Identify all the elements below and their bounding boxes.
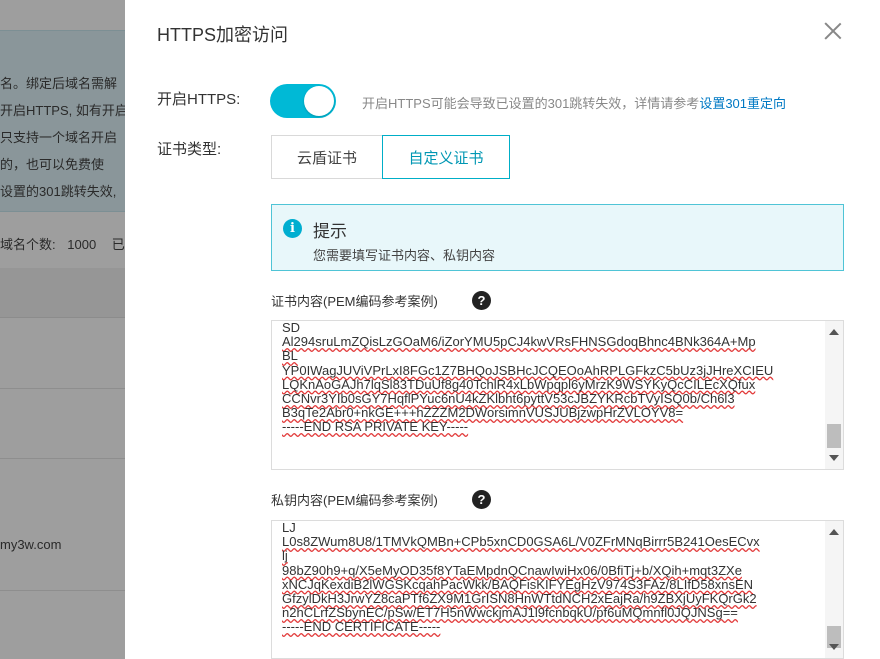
key-scrollbar[interactable] xyxy=(825,521,843,658)
https-label: 开启HTTPS: xyxy=(157,91,241,108)
cert-scrollbar[interactable] xyxy=(825,321,843,469)
pem-line: GfzylDkH3JrwYZ8caPTf6ZX9M1GrISN8HnWTtdNC… xyxy=(282,591,757,607)
cert-content-textarea[interactable]: SD Al294sruLmZQisLzGOaM6/iZorYMU5pCJ4kwVR… xyxy=(271,320,844,470)
pem-line: -----END RSA PRIVATE KEY----- xyxy=(282,419,469,435)
cert-type-tabs: 云盾证书 自定义证书 xyxy=(271,135,510,179)
pem-line: B3qTe2Abr0+nkGE+++hZZZM2DWorsimnVUSJUBjz… xyxy=(282,405,684,421)
pem-line: L0s8ZWum8U8/1TMVkQMBn+CPb5xnCD0GSA6L/V0Z… xyxy=(282,534,760,550)
dialog-title: HTTPS加密访问 xyxy=(157,25,289,45)
pem-line: Al294sruLmZQisLzGOaM6/iZorYMU5pCJ4kwVRsF… xyxy=(282,334,756,350)
pem-line: 98bZ90h9+q/X5eMyOD35f8YTaEMpdnQCnawIwiHx… xyxy=(282,562,742,578)
https-toggle[interactable] xyxy=(270,84,336,118)
cert-type-label: 证书类型: xyxy=(157,141,222,158)
https-dialog: HTTPS加密访问 开启HTTPS: 开启HTTPS可能会导致已设置的301跳转… xyxy=(125,0,880,659)
pem-line: LJ xyxy=(282,520,296,535)
scroll-up-arrow-icon[interactable] xyxy=(829,329,839,335)
private-key-text: LJ L0s8ZWum8U8/1TMVkQMBn+CPb5xnCD0GSA6L/V… xyxy=(282,521,817,635)
cert-content-text: SD Al294sruLmZQisLzGOaM6/iZorYMU5pCJ4kwVR… xyxy=(282,321,817,435)
notice-box: i 提示 您需要填写证书内容、私钥内容 xyxy=(271,204,844,271)
pem-line: LQKnAoGAJh7lqSl83TDuUf8g40TchlR4xLbWpqpl… xyxy=(282,376,756,392)
private-key-label: 私钥内容(PEM编码参考案例) xyxy=(271,493,438,508)
pem-line: n2hCLrfZSbynEC/pSw/ET7H5nWwckjmAJ1l9fcnb… xyxy=(282,605,738,621)
toggle-knob xyxy=(304,86,334,116)
close-icon[interactable] xyxy=(822,20,844,42)
scroll-down-arrow-icon[interactable] xyxy=(829,644,839,650)
pem-line: xNCJqKexdiB2lWGSKcqahPacWkk/BAQFisKIFYEg… xyxy=(282,576,754,592)
tab-cloud-shield-cert[interactable]: 云盾证书 xyxy=(271,135,383,179)
pem-line: lj xyxy=(282,548,288,564)
notice-body: 您需要填写证书内容、私钥内容 xyxy=(313,248,496,263)
pem-line: CCNvr3YIb0sGY7HqflPYuc6nU4kZKlbht6pyttV5… xyxy=(282,391,735,407)
pem-line: BL xyxy=(282,348,298,364)
question-icon[interactable]: ? xyxy=(472,490,491,509)
pem-line: SD xyxy=(282,320,301,335)
cert-content-label: 证书内容(PEM编码参考案例) xyxy=(271,294,438,309)
https-hint: 开启HTTPS可能会导致已设置的301跳转失效，详情请参考设置301重定向 xyxy=(362,93,786,112)
question-icon[interactable]: ? xyxy=(472,291,491,310)
notice-title: 提示 xyxy=(313,222,347,241)
pem-line: -----END CERTIFICATE----- xyxy=(282,619,441,635)
https-hint-text: 开启HTTPS可能会导致已设置的301跳转失效，详情请参考 xyxy=(362,96,700,111)
pem-line: YP0IWagJUViVPrLxI8FGc1Z7BHQoJSBHcJCQEOoA… xyxy=(282,362,774,378)
tab-custom-cert[interactable]: 自定义证书 xyxy=(382,135,510,179)
redirect-301-link[interactable]: 设置301重定向 xyxy=(699,96,786,111)
scroll-up-arrow-icon[interactable] xyxy=(829,529,839,535)
scroll-down-arrow-icon[interactable] xyxy=(829,455,839,461)
info-icon: i xyxy=(283,219,302,238)
scroll-thumb[interactable] xyxy=(827,424,841,448)
private-key-textarea[interactable]: LJ L0s8ZWum8U8/1TMVkQMBn+CPb5xnCD0GSA6L/V… xyxy=(271,520,844,659)
